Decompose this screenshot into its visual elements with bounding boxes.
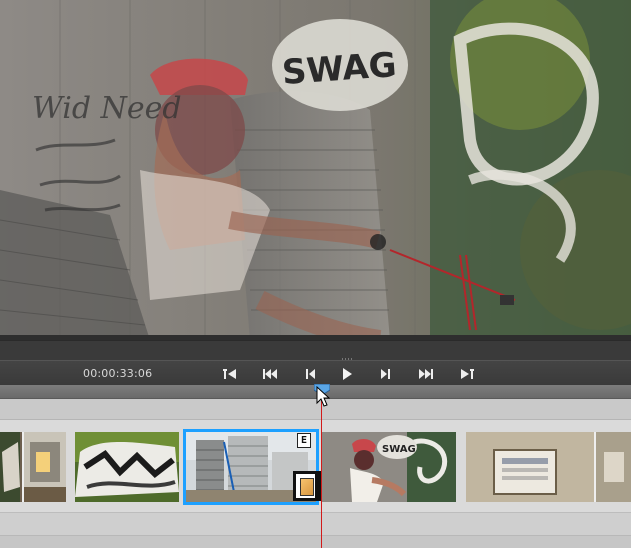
video-clip[interactable] [0, 432, 66, 502]
play-button[interactable] [336, 364, 358, 383]
svg-text:SWAG: SWAG [382, 444, 416, 455]
video-clip[interactable] [466, 432, 631, 502]
step-forward-icon [381, 368, 390, 379]
clip-thumbnail [0, 432, 66, 502]
clip-thumbnail [75, 432, 179, 502]
playhead-line [321, 395, 322, 548]
graffiti-wall-text: Wid Need [32, 91, 182, 126]
mouse-pointer-icon [316, 386, 330, 407]
monitor-divider[interactable] [0, 340, 631, 361]
clip-thumbnail [466, 432, 631, 502]
current-timecode: 00:00:33:06 [83, 367, 153, 380]
preview-frame: SWAG Wid Need [0, 0, 631, 340]
transport-bar: 00:00:33:06 [0, 360, 631, 386]
step-back-icon [306, 368, 315, 379]
effect-badge[interactable]: E [297, 433, 311, 448]
clip-thumbnail: SWAG [322, 432, 456, 502]
step-forward-button[interactable] [374, 364, 396, 383]
go-to-in-icon [223, 368, 236, 379]
video-clip[interactable] [75, 432, 179, 502]
graffiti-swag-text: SWAG [281, 45, 398, 93]
transition-marker-out[interactable] [293, 471, 318, 501]
timeline-track-lower[interactable] [0, 513, 631, 536]
video-clip[interactable]: SWAG [322, 432, 456, 502]
previous-edit-icon [263, 368, 277, 379]
play-icon [343, 367, 352, 380]
next-edit-button[interactable] [415, 364, 437, 383]
go-to-out-icon [461, 368, 474, 379]
transition-thumbnail [300, 478, 314, 496]
timeline-track-bottom[interactable] [0, 536, 631, 548]
go-to-in-point-button[interactable] [219, 364, 241, 383]
next-edit-icon [419, 368, 433, 379]
preview-monitor: SWAG Wid Need [0, 0, 631, 340]
step-back-button[interactable] [300, 364, 322, 383]
go-to-out-point-button[interactable] [456, 364, 478, 383]
previous-edit-button[interactable] [259, 364, 281, 383]
